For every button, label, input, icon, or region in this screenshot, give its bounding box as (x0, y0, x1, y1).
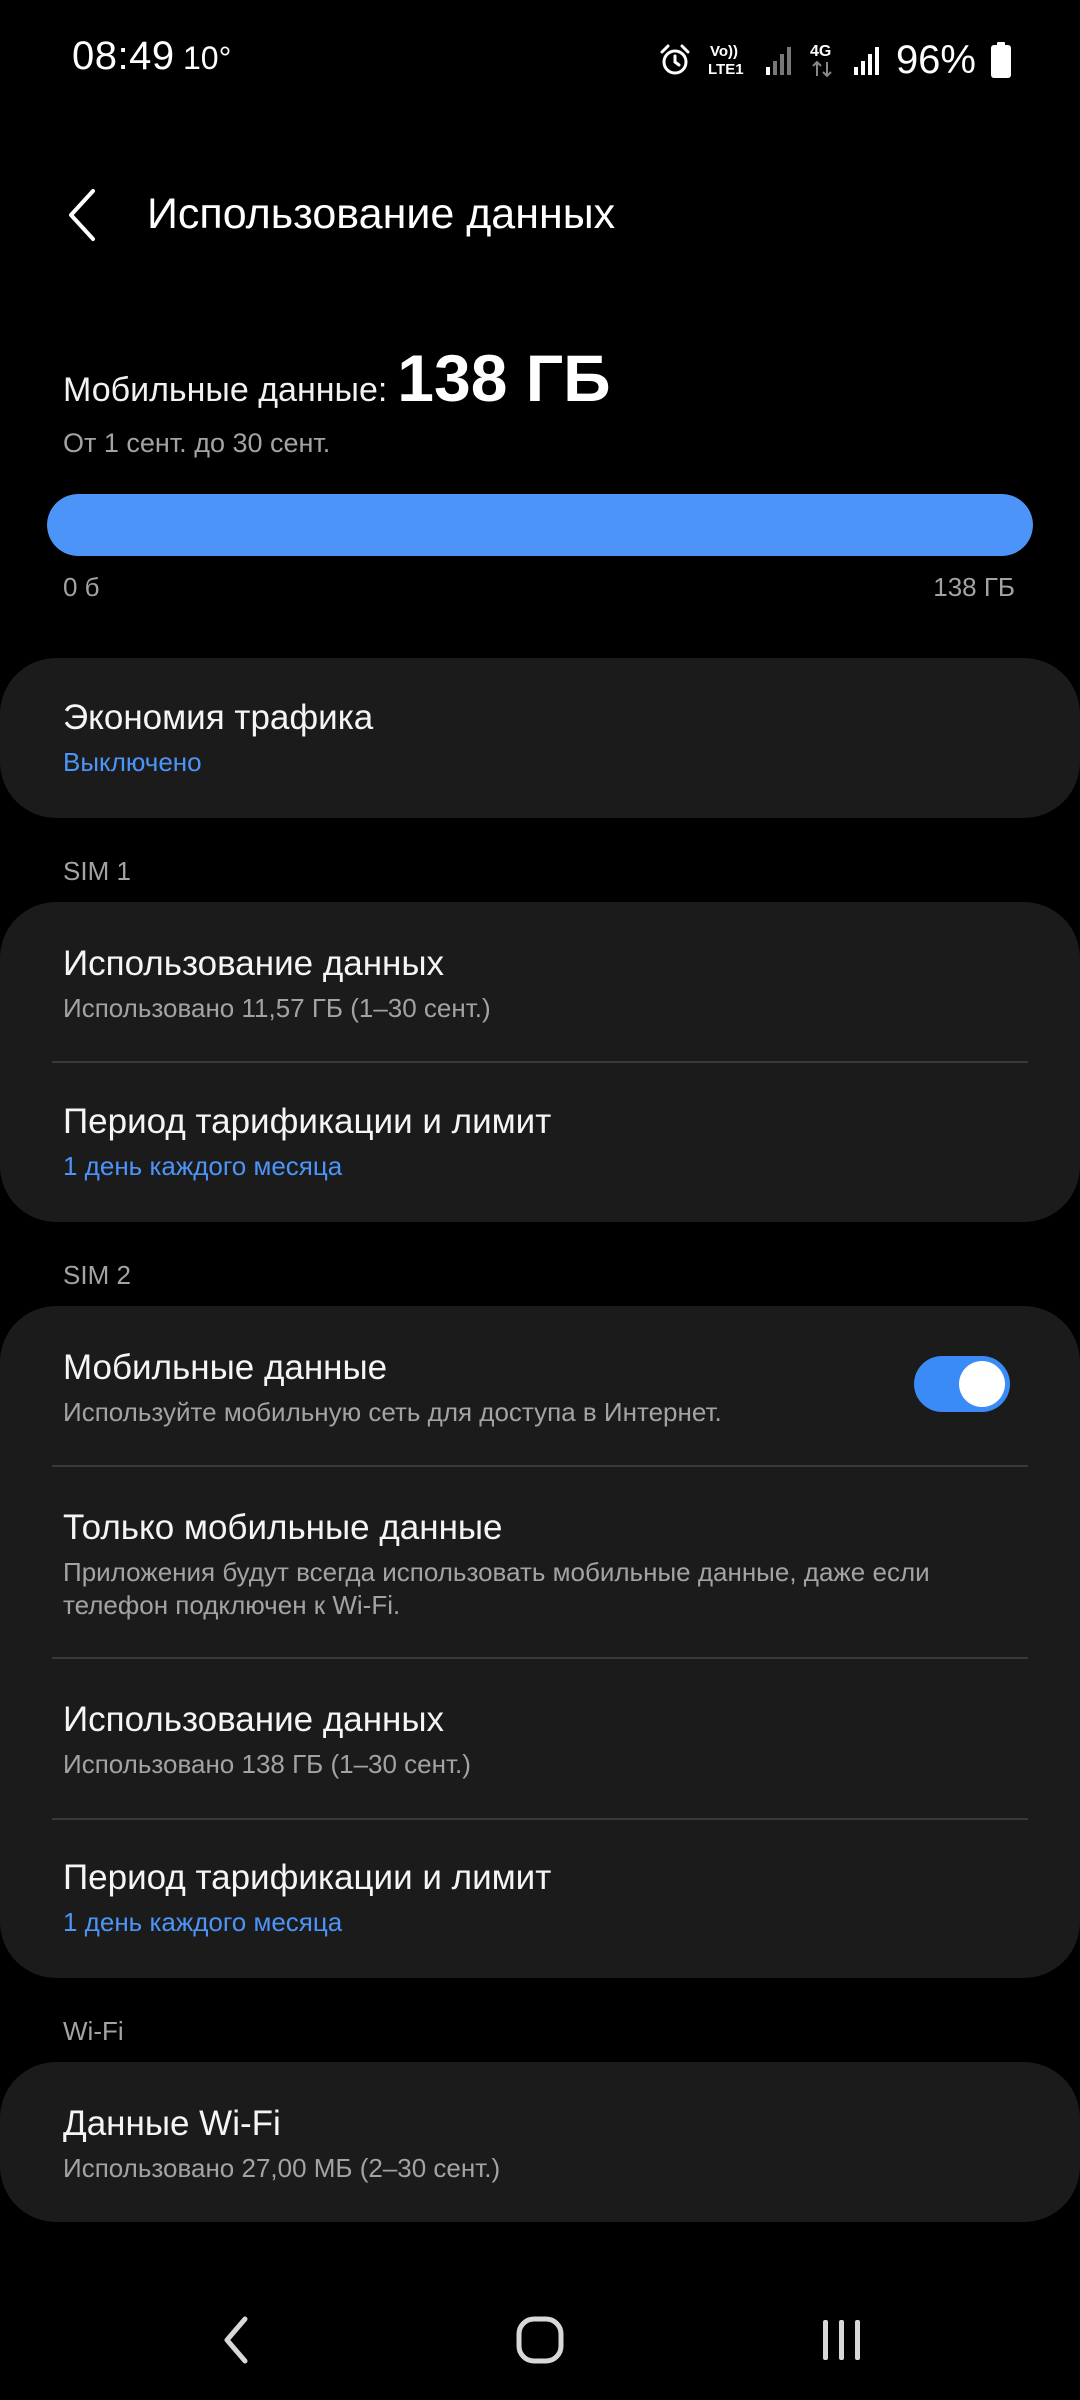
sim1-usage-title: Использование данных (63, 944, 445, 983)
status-bar: 08:49 10° Vo)) LTE1 4G 96% (0, 0, 1080, 120)
nav-back-button[interactable] (176, 2280, 296, 2400)
status-icons: Vo)) LTE1 4G 96% (658, 30, 1012, 90)
usage-label: Мобильные данные: (63, 371, 388, 409)
sim2-billing-sub: 1 день каждого месяца (63, 1907, 343, 1937)
data-saver-title: Экономия трафика (63, 698, 374, 737)
page-title: Использование данных (147, 190, 616, 238)
usage-bar-max-label: 138 ГБ (933, 572, 1015, 602)
sim2-mobile-data-sub: Используйте мобильную сеть для доступа в… (63, 1397, 722, 1427)
volte-lte1-icon: Vo)) LTE1 (708, 43, 744, 78)
sim2-usage-title: Использование данных (63, 1700, 445, 1739)
sim1-billing-sub: 1 день каждого месяца (63, 1151, 343, 1181)
section-header-wifi: Wi-Fi (63, 2016, 124, 2046)
status-temperature: 10° (183, 40, 232, 76)
back-button[interactable] (48, 180, 118, 250)
nav-home-button[interactable] (480, 2280, 600, 2400)
wifi-data-row[interactable]: Данные Wi-Fi Использовано 27,00 МБ (2–30… (0, 2062, 1080, 2222)
navigation-bar (0, 2280, 1080, 2400)
usage-progress-bar (47, 494, 1033, 556)
home-icon (516, 2316, 564, 2364)
wifi-data-sub: Использовано 27,00 МБ (2–30 сент.) (63, 2153, 501, 2183)
sim2-mobile-data-title: Мобильные данные (63, 1348, 388, 1387)
wifi-card: Данные Wi-Fi Использовано 27,00 МБ (2–30… (0, 2062, 1080, 2222)
alarm-icon (660, 44, 690, 75)
back-arrow-icon (69, 189, 95, 241)
sim2-mobile-data-row[interactable]: Мобильные данные Используйте мобильную с… (0, 1306, 1080, 1466)
wifi-data-title: Данные Wi-Fi (63, 2104, 281, 2143)
volte-label: Vo)) (710, 43, 738, 60)
sim2-only-mobile-title: Только мобильные данные (63, 1508, 503, 1547)
battery-icon (991, 42, 1011, 78)
sim2-usage-row[interactable]: Использование данных Использовано 138 ГБ… (0, 1658, 1080, 1818)
back-icon (224, 2316, 248, 2364)
app-bar: Использование данных (0, 170, 1080, 260)
sim1-usage-row[interactable]: Использование данных Использовано 11,57 … (0, 902, 1080, 1062)
usage-line: Мобильные данные: 138 ГБ (63, 340, 1023, 416)
section-header-sim2: SIM 2 (63, 1260, 131, 1290)
recents-icon (823, 2320, 860, 2360)
sim1-usage-sub: Использовано 11,57 ГБ (1–30 сент.) (63, 993, 491, 1023)
sim2-usage-sub: Использовано 138 ГБ (1–30 сент.) (63, 1749, 471, 1779)
signal-icon (765, 47, 791, 75)
usage-period: От 1 сент. до 30 сент. (63, 428, 331, 458)
sim2-billing-row[interactable]: Период тарификации и лимит 1 день каждог… (0, 1818, 1080, 1978)
nav-recents-button[interactable] (782, 2280, 902, 2400)
lte1-label: LTE1 (708, 61, 744, 78)
usage-progress-fill (47, 494, 1033, 556)
signal-icon (853, 47, 879, 75)
usage-summary: Мобильные данные: 138 ГБ (63, 340, 1023, 416)
sim2-only-mobile-sub: Приложения будут всегда использовать моб… (63, 1557, 930, 1620)
4g-data-icon: 4G (810, 43, 832, 78)
usage-bar-min-label: 0 б (63, 572, 100, 602)
battery-percent: 96% (895, 37, 976, 82)
toggle-knob (959, 1361, 1005, 1407)
sim2-only-mobile-row[interactable]: Только мобильные данные Приложения будут… (0, 1466, 1080, 1658)
sim2-card: Мобильные данные Используйте мобильную с… (0, 1306, 1080, 1978)
status-time: 08:49 (72, 34, 175, 78)
section-header-sim1: SIM 1 (63, 856, 131, 886)
data-saver-row[interactable]: Экономия трафика Выключено (0, 658, 1080, 818)
data-saver-status: Выключено (63, 747, 202, 777)
network-type-label: 4G (810, 43, 831, 60)
mobile-data-toggle[interactable] (914, 1356, 1010, 1412)
sim1-card: Использование данных Использовано 11,57 … (0, 902, 1080, 1222)
data-saver-card: Экономия трафика Выключено (0, 658, 1080, 818)
sim2-billing-title: Период тарификации и лимит (63, 1858, 552, 1897)
sim1-billing-title: Период тарификации и лимит (63, 1102, 552, 1141)
usage-value: 138 ГБ (397, 341, 611, 415)
sim1-billing-row[interactable]: Период тарификации и лимит 1 день каждог… (0, 1062, 1080, 1222)
